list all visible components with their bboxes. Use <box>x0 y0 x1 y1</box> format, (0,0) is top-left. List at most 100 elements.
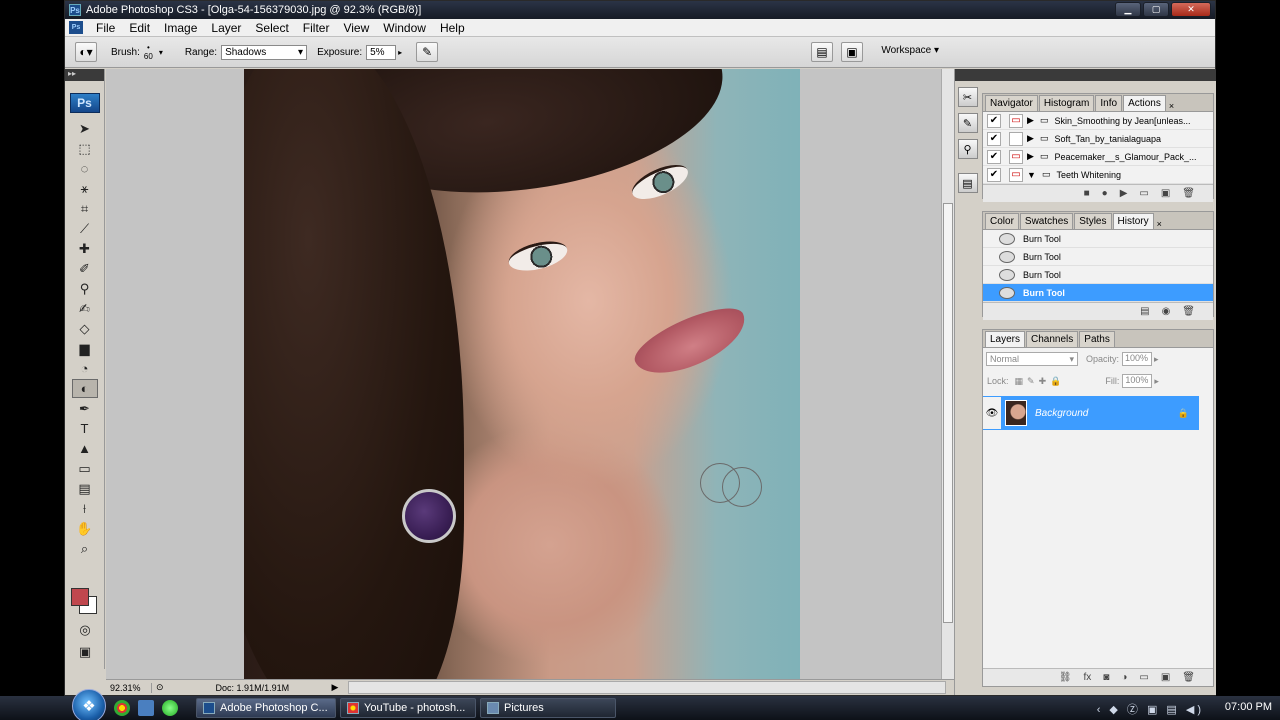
healing-brush-tool-icon[interactable]: ✚ <box>72 239 98 258</box>
horizontal-scrollbar[interactable] <box>348 681 946 694</box>
link-icon[interactable]: ⛓ <box>1059 672 1072 683</box>
document-canvas[interactable] <box>106 69 941 679</box>
minimize-icon[interactable]: ▁ <box>1115 2 1141 17</box>
trash-icon[interactable]: 🗑 <box>1182 188 1195 199</box>
blend-mode-select[interactable]: Normal ▾ <box>986 352 1078 366</box>
list-item[interactable]: ✔ ▭ ▼ ▭ Teeth Whitening <box>983 166 1213 184</box>
history-state[interactable]: Burn Tool <box>983 248 1213 266</box>
clone-source-icon[interactable]: ⚲ <box>957 139 978 159</box>
quick-mask-icon[interactable]: ◎ <box>72 620 98 639</box>
menu-select[interactable]: Select <box>248 19 295 37</box>
status-arrow-icon[interactable]: ▶ <box>332 682 339 693</box>
tab-channels[interactable]: Channels <box>1026 331 1079 347</box>
brush-dropdown-icon[interactable]: ▾ <box>159 48 163 57</box>
media-player-icon[interactable] <box>162 700 178 716</box>
clone-stamp-tool-icon[interactable]: ⚲ <box>72 279 98 298</box>
tool-presets-icon[interactable]: ✂ <box>957 87 978 107</box>
brush-tool-icon[interactable]: ✐ <box>72 259 98 278</box>
stop-icon[interactable]: ■ <box>1084 188 1090 199</box>
foreground-color-swatch[interactable] <box>71 588 89 606</box>
close-icon[interactable]: ✕ <box>1171 2 1211 17</box>
move-tool-icon[interactable]: ➤ <box>72 119 98 138</box>
tab-paths[interactable]: Paths <box>1079 331 1115 347</box>
zoom-level[interactable]: 92.31% <box>106 682 152 693</box>
clock[interactable]: 07:00 PM <box>1225 701 1272 713</box>
layer-row-background[interactable]: 👁 Background 🔒 <box>983 396 1199 430</box>
menu-view[interactable]: View <box>336 19 376 37</box>
maximize-icon[interactable]: ▢ <box>1143 2 1169 17</box>
play-icon[interactable]: ▶ <box>1120 188 1128 199</box>
dialog-toggle-icon[interactable]: ▭ <box>1009 149 1023 164</box>
tab-histogram[interactable]: Histogram <box>1038 95 1095 111</box>
marquee-tool-icon[interactable]: ⬚ <box>72 139 98 158</box>
eye-icon[interactable]: 👁 <box>983 397 1001 429</box>
list-item[interactable]: ✔ ▶ ▭ Soft_Tan_by_tanialaguapa <box>983 130 1213 148</box>
menu-window[interactable]: Window <box>376 19 433 37</box>
expand-icon[interactable]: ▶ <box>1027 151 1034 162</box>
exposure-input[interactable]: 5% <box>366 44 397 60</box>
system-tray-icons[interactable]: ‹ ◆ Ⓩ ▣ ▤ ◀) <box>1097 701 1204 717</box>
tab-layers[interactable]: Layers <box>985 331 1026 347</box>
new-document-icon[interactable]: ▤ <box>1140 306 1149 317</box>
opacity-input[interactable]: 100% <box>1122 352 1153 366</box>
tab-navigator[interactable]: Navigator <box>985 95 1038 111</box>
panel-dock-grip[interactable] <box>980 69 1216 81</box>
hand-tool-icon[interactable]: ✋ <box>72 519 98 538</box>
path-selection-tool-icon[interactable]: ▲ <box>72 439 98 458</box>
tab-swatches[interactable]: Swatches <box>1019 213 1074 229</box>
fill-slider-icon[interactable]: ▸ <box>1154 376 1159 387</box>
taskbar-pictures[interactable]: Pictures <box>480 698 616 718</box>
checkmark-icon[interactable]: ✔ <box>987 167 1001 182</box>
opacity-slider-icon[interactable]: ▸ <box>1154 354 1159 365</box>
taskbar-photoshop[interactable]: Adobe Photoshop C... <box>196 698 336 718</box>
workspace-menu[interactable]: Workspace ▾ <box>881 45 939 56</box>
mask-icon[interactable]: ◙ <box>1103 672 1109 683</box>
airbrush-toggle[interactable]: ✎ <box>416 42 439 62</box>
fill-input[interactable]: 100% <box>1122 374 1153 388</box>
menu-file[interactable]: File <box>89 19 122 37</box>
shape-tool-icon[interactable]: ▭ <box>72 459 98 478</box>
gradient-tool-icon[interactable]: ▆ <box>72 339 98 358</box>
fx-icon[interactable]: fx <box>1084 672 1092 683</box>
portrait-photo[interactable] <box>244 69 800 679</box>
tab-color[interactable]: Color <box>985 213 1019 229</box>
layer-comps-icon[interactable]: ▤ <box>957 173 978 193</box>
expand-icon[interactable]: ▶ <box>1027 133 1034 144</box>
adjustment-icon[interactable]: ◑ <box>1121 672 1127 683</box>
list-item[interactable]: ✔ ▭ ▶ ▭ Skin_Smoothing by Jean[unleas... <box>983 112 1213 130</box>
notes-tool-icon[interactable]: ▤ <box>72 479 98 498</box>
new-action-icon[interactable]: ▣ <box>1161 188 1170 199</box>
brush-picker[interactable]: • 60 <box>144 43 153 61</box>
group-icon[interactable]: ▭ <box>1139 672 1148 683</box>
dialog-toggle-icon[interactable]: ▭ <box>1009 167 1023 182</box>
range-select[interactable]: Shadows ▾ <box>221 44 308 60</box>
scroll-thumb[interactable] <box>943 203 953 623</box>
screen-mode-icon[interactable]: ▣ <box>72 642 98 661</box>
palette-well-icon[interactable]: ▤ <box>811 42 833 62</box>
vertical-scrollbar[interactable] <box>941 69 954 679</box>
show-desktop-icon[interactable] <box>138 700 154 716</box>
status-info-icon[interactable]: ⊙ <box>156 682 164 693</box>
chrome-icon[interactable] <box>114 700 130 716</box>
eraser-tool-icon[interactable]: ◇ <box>72 319 98 338</box>
tab-history[interactable]: History <box>1112 213 1154 229</box>
lock-pixels-icon[interactable]: ✎ <box>1027 376 1035 387</box>
history-state-selected[interactable]: Burn Tool <box>983 284 1213 302</box>
taskbar-youtube[interactable]: YouTube - photosh... <box>340 698 476 718</box>
lasso-tool-icon[interactable]: ◌ <box>72 159 98 178</box>
tab-styles[interactable]: Styles <box>1074 213 1112 229</box>
layer-thumbnail[interactable] <box>1005 400 1027 426</box>
trash-icon[interactable]: 🗑 <box>1182 672 1195 683</box>
brushes-icon[interactable]: ✎ <box>957 113 978 133</box>
history-brush-tool-icon[interactable]: ✍ <box>72 299 98 318</box>
menu-filter[interactable]: Filter <box>296 19 337 37</box>
collapse-icon[interactable]: ▼ <box>1027 170 1036 180</box>
blur-tool-icon[interactable]: ◔ <box>72 359 98 378</box>
eyedropper-tool-icon[interactable]: ⟊ <box>72 499 98 518</box>
checkmark-icon[interactable]: ✔ <box>987 149 1001 164</box>
snapshot-icon[interactable]: ◉ <box>1162 306 1171 317</box>
pen-tool-icon[interactable]: ✒ <box>72 399 98 418</box>
photoshop-logo[interactable]: Ps <box>69 93 100 113</box>
history-state[interactable]: Burn Tool <box>983 266 1213 284</box>
tab-actions[interactable]: Actions <box>1123 95 1166 111</box>
